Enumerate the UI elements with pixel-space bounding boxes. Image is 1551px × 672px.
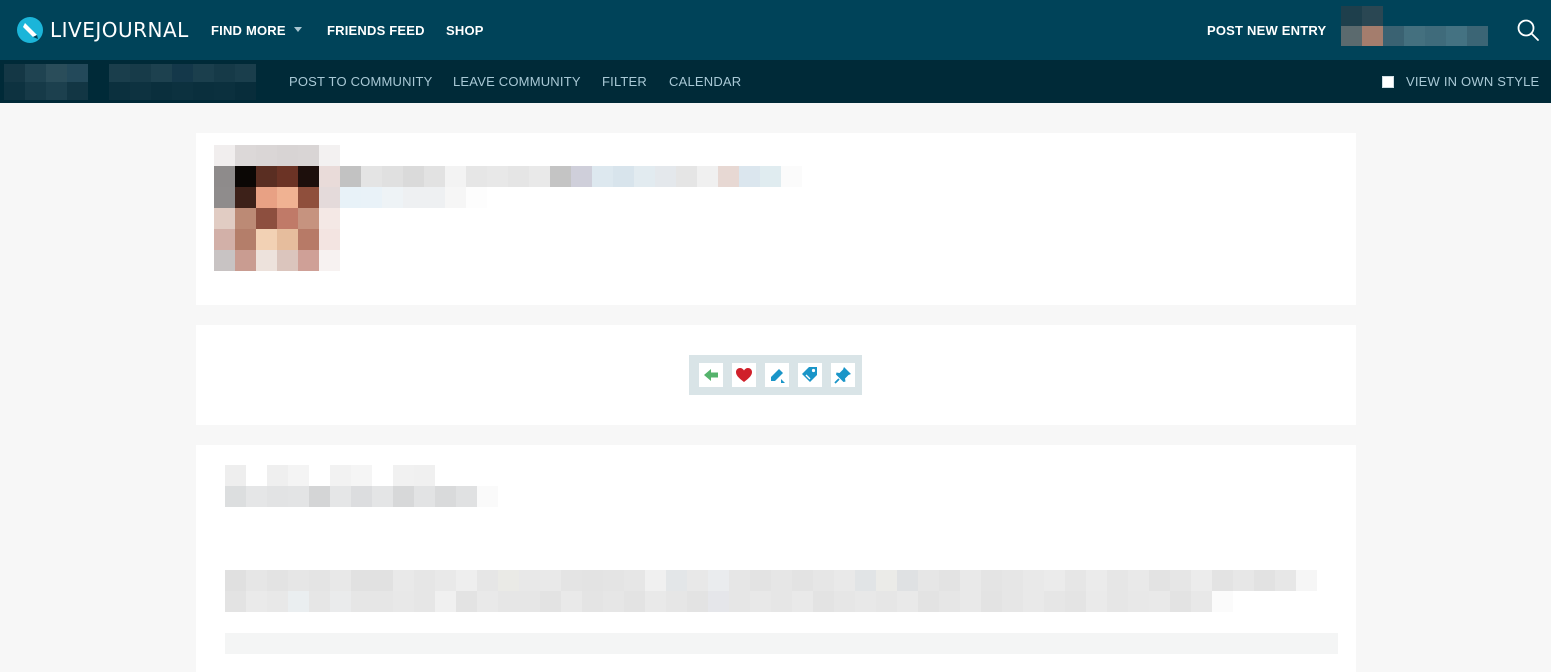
add-to-memories-button[interactable] <box>732 363 756 387</box>
edit-entry-button[interactable] <box>765 363 789 387</box>
nav-friends-feed-label: FRIENDS FEED <box>327 22 425 38</box>
search-icon[interactable] <box>1516 18 1540 42</box>
entry-title-blurred[interactable] <box>225 465 498 507</box>
tag-icon <box>802 367 817 382</box>
view-in-own-style-label: VIEW IN OWN STYLE <box>1406 74 1540 89</box>
community-name-blurred[interactable] <box>109 64 256 100</box>
entry-actions-toolbar <box>689 355 862 395</box>
livejournal-logo[interactable]: LIVEJOURNAL <box>16 15 189 45</box>
entry-actions-card <box>196 325 1356 425</box>
entry-body-text-blurred[interactable] <box>225 570 1338 612</box>
entry-date-blurred[interactable] <box>340 187 487 208</box>
post-to-community-link[interactable]: POST TO COMMUNITY <box>289 60 433 103</box>
user-avatar-blurred[interactable] <box>1341 6 1489 46</box>
livejournal-logo-icon <box>17 17 43 43</box>
chevron-down-icon <box>293 26 302 32</box>
nav-shop-label: SHOP <box>446 22 484 38</box>
heart-icon <box>736 368 752 382</box>
calendar-label: CALENDAR <box>669 74 742 89</box>
post-new-entry-label: POST NEW ENTRY <box>1207 22 1327 38</box>
entry-header-card <box>196 133 1356 305</box>
leave-community-label: LEAVE COMMUNITY <box>453 74 581 89</box>
nav-find-more-label: FIND MORE <box>211 22 286 38</box>
brand-name: LIVEJOURNAL <box>50 18 189 42</box>
nav-find-more[interactable]: FIND MORE <box>211 0 302 60</box>
entry-body-text-blurred-line <box>225 633 1338 654</box>
view-in-own-style-checkbox[interactable] <box>1382 75 1394 88</box>
filter-link[interactable]: FILTER <box>602 60 647 103</box>
top-navigation-bar: LIVEJOURNAL FIND MORE FRIENDS FEED SHOP … <box>0 0 1551 60</box>
pencil-icon <box>771 369 785 383</box>
nav-friends-feed[interactable]: FRIENDS FEED <box>327 0 425 60</box>
community-navigation-bar <box>0 60 1551 103</box>
nav-shop[interactable]: SHOP <box>446 0 484 60</box>
arrow-left-icon <box>704 369 718 381</box>
reply-button[interactable] <box>699 363 723 387</box>
edit-tags-button[interactable] <box>798 363 822 387</box>
community-avatar-blurred[interactable] <box>4 64 88 100</box>
entry-content-card <box>196 445 1356 672</box>
view-in-own-style-toggle[interactable]: VIEW IN OWN STYLE <box>1382 60 1539 103</box>
post-to-community-label: POST TO COMMUNITY <box>289 74 433 89</box>
pin-entry-button[interactable] <box>831 363 855 387</box>
filter-label: FILTER <box>602 74 648 89</box>
author-avatar-blurred[interactable] <box>214 145 340 271</box>
leave-community-link[interactable]: LEAVE COMMUNITY <box>453 60 581 103</box>
post-new-entry-button[interactable]: POST NEW ENTRY <box>1207 0 1326 60</box>
pin-icon <box>834 367 851 384</box>
entry-author-and-title-blurred[interactable] <box>340 166 802 187</box>
calendar-link[interactable]: CALENDAR <box>669 60 741 103</box>
